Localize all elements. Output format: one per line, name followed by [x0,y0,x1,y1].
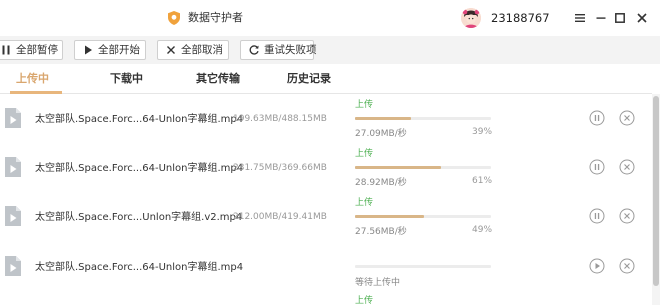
file-size-progress: 231.75MB/369.66MB [233,163,327,173]
progress-bar [355,265,491,268]
transfer-row[interactable]: 太空部队.Space.Forc...64-Unlon字幕组.mp4 231.75… [0,143,652,192]
pause-all-label: 全部暂停 [16,44,58,56]
video-file-icon [5,256,21,276]
tab-downloading[interactable]: 下载中 [110,72,143,86]
app-title: 数据守护者 [188,11,243,24]
progress-fill [355,117,411,120]
avatar-image [461,8,481,28]
pause-icon [2,45,10,55]
cancel-all-button[interactable]: 全部取消 [157,40,229,60]
transfer-status: 上传 [355,100,374,110]
tab-uploading[interactable]: 上传中 [16,72,49,86]
scrollbar[interactable] [652,94,660,305]
pause-icon[interactable] [589,208,605,224]
shield-logo-icon [168,11,180,25]
file-size-progress: 199.63MB/488.15MB [233,114,327,124]
tab-history[interactable]: 历史记录 [287,72,331,86]
remove-icon[interactable] [619,110,635,126]
refresh-icon [249,45,259,55]
progress-bar [355,117,491,120]
pause-icon[interactable] [589,110,605,126]
video-file-icon [5,157,21,177]
transfer-status: 上传 [355,296,374,305]
video-file-icon [5,206,21,226]
avatar[interactable] [461,8,481,28]
transfer-speed: 27.09MB/秒 [355,129,407,139]
toolbar: 全部暂停 全部开始 全部取消 重试失败项 [0,36,660,64]
progress-fill [355,215,425,218]
retry-failed-button[interactable]: 重试失败项 [240,40,317,60]
progress-percent: 61% [472,176,493,186]
cancel-all-label: 全部取消 [181,44,223,56]
hamburger-menu-icon[interactable] [572,10,588,26]
close-icon [167,46,175,54]
transfer-tabs: 上传中 下载中 其它传输 历史记录 [0,64,652,94]
start-all-label: 全部开始 [98,44,140,56]
progress-bar [355,166,491,169]
transfer-status: 等待上传中 [355,278,401,288]
user-id: 23188767 [491,11,550,25]
file-size-progress: 212.00MB/419.41MB [233,212,327,222]
transfer-row[interactable]: 太空部队.Space.Forc...Unlon字幕组.v2.mp4 212.00… [0,192,652,241]
progress-bar [355,215,491,218]
retry-failed-label: 重试失败项 [264,44,317,56]
file-name: 太空部队.Space.Forc...64-Unlon字幕组.mp4 [35,114,244,125]
transfer-status: 上传 [355,198,374,208]
remove-icon[interactable] [619,258,635,274]
transfer-speed: 27.56MB/秒 [355,227,407,237]
progress-fill [355,166,441,169]
scrollbar-thumb[interactable] [653,96,659,286]
transfer-row[interactable]: 太空部队.Space.Forc...64-Unlon字幕组.mp4 等待上传中 [0,241,652,290]
play-icon [85,45,92,55]
file-name: 太空部队.Space.Forc...Unlon字幕组.v2.mp4 [35,212,243,223]
pause-all-button[interactable]: 全部暂停 [0,40,63,60]
start-all-button[interactable]: 全部开始 [74,40,146,60]
file-name: 太空部队.Space.Forc...64-Unlon字幕组.mp4 [35,163,244,174]
maximize-icon[interactable] [612,10,628,26]
tab-other-transfers[interactable]: 其它传输 [196,72,240,86]
minimize-icon[interactable] [593,10,609,26]
remove-icon[interactable] [619,208,635,224]
title-bar: 数据守护者 23188767 [0,0,660,36]
remove-icon[interactable] [619,159,635,175]
video-file-icon [5,108,21,128]
progress-percent: 39% [472,127,493,137]
transfer-row[interactable]: 上传 [0,290,652,305]
progress-percent: 49% [472,225,493,235]
play-icon[interactable] [589,258,605,274]
transfer-speed: 28.92MB/秒 [355,178,407,188]
transfer-status: 上传 [355,149,374,159]
close-icon[interactable] [634,10,650,26]
file-name: 太空部队.Space.Forc...64-Unlon字幕组.mp4 [35,262,244,273]
pause-icon[interactable] [589,159,605,175]
transfer-row[interactable]: 太空部队.Space.Forc...64-Unlon字幕组.mp4 199.63… [0,94,652,143]
